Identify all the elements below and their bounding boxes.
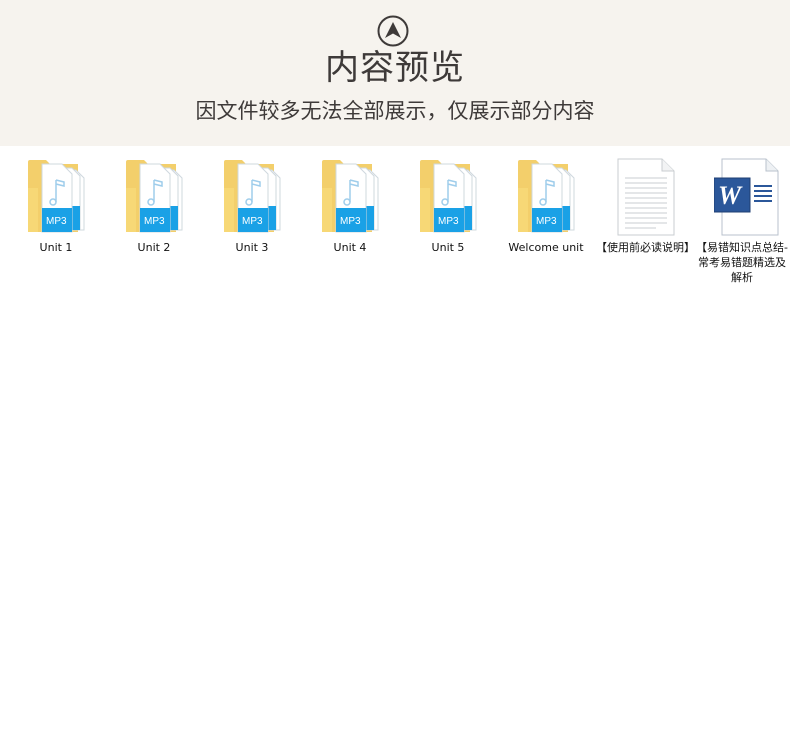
mp3-folder-icon: MP3 [204, 156, 300, 238]
file-item-welcome-unit[interactable]: MP3 Welcome unit [498, 156, 594, 296]
file-label: Unit 3 [235, 241, 269, 254]
file-item-unit-3[interactable]: MP3 Unit 3 [204, 156, 300, 296]
svg-text:MP3: MP3 [438, 216, 459, 227]
text-document-icon [596, 156, 692, 238]
file-label: 【易错知识点总结-常考易错题精选及解析 [696, 241, 788, 284]
mp3-folder-icon: MP3 [8, 156, 104, 238]
file-grid: MP3 Unit 1 MP3 Unit 2 MP3 Unit 3 MP3 Uni… [0, 146, 790, 296]
file-item-unit-4[interactable]: MP3 Unit 4 [302, 156, 398, 296]
file-label: 【使用前必读说明】 [596, 241, 695, 254]
mp3-folder-icon: MP3 [400, 156, 496, 238]
mp3-folder-icon: MP3 [302, 156, 398, 238]
preview-header: 内容预览 因文件较多无法全部展示，仅展示部分内容 [0, 0, 790, 146]
file-item-unit-1[interactable]: MP3 Unit 1 [8, 156, 104, 296]
file-item-unit-2[interactable]: MP3 Unit 2 [106, 156, 202, 296]
up-arrow-circle-icon[interactable] [377, 15, 409, 47]
file-label: Unit 2 [137, 241, 171, 254]
word-document-icon: W [694, 156, 790, 238]
svg-text:MP3: MP3 [536, 216, 557, 227]
file-label: Unit 4 [333, 241, 367, 254]
svg-text:MP3: MP3 [340, 216, 361, 227]
file-label: Unit 5 [431, 241, 465, 254]
page-title: 内容预览 [325, 48, 465, 88]
page-subtitle: 因文件较多无法全部展示，仅展示部分内容 [195, 99, 595, 123]
file-item-unit-5[interactable]: MP3 Unit 5 [400, 156, 496, 296]
file-label: Welcome unit [508, 241, 584, 254]
file-item-word-doc[interactable]: W 【易错知识点总结-常考易错题精选及解析 [694, 156, 790, 296]
file-label: Unit 1 [39, 241, 73, 254]
svg-text:W: W [718, 181, 743, 210]
file-item-readme[interactable]: 【使用前必读说明】 [596, 156, 695, 296]
svg-text:MP3: MP3 [46, 216, 67, 227]
mp3-folder-icon: MP3 [498, 156, 594, 238]
svg-text:MP3: MP3 [242, 216, 263, 227]
mp3-folder-icon: MP3 [106, 156, 202, 238]
svg-text:MP3: MP3 [144, 216, 165, 227]
